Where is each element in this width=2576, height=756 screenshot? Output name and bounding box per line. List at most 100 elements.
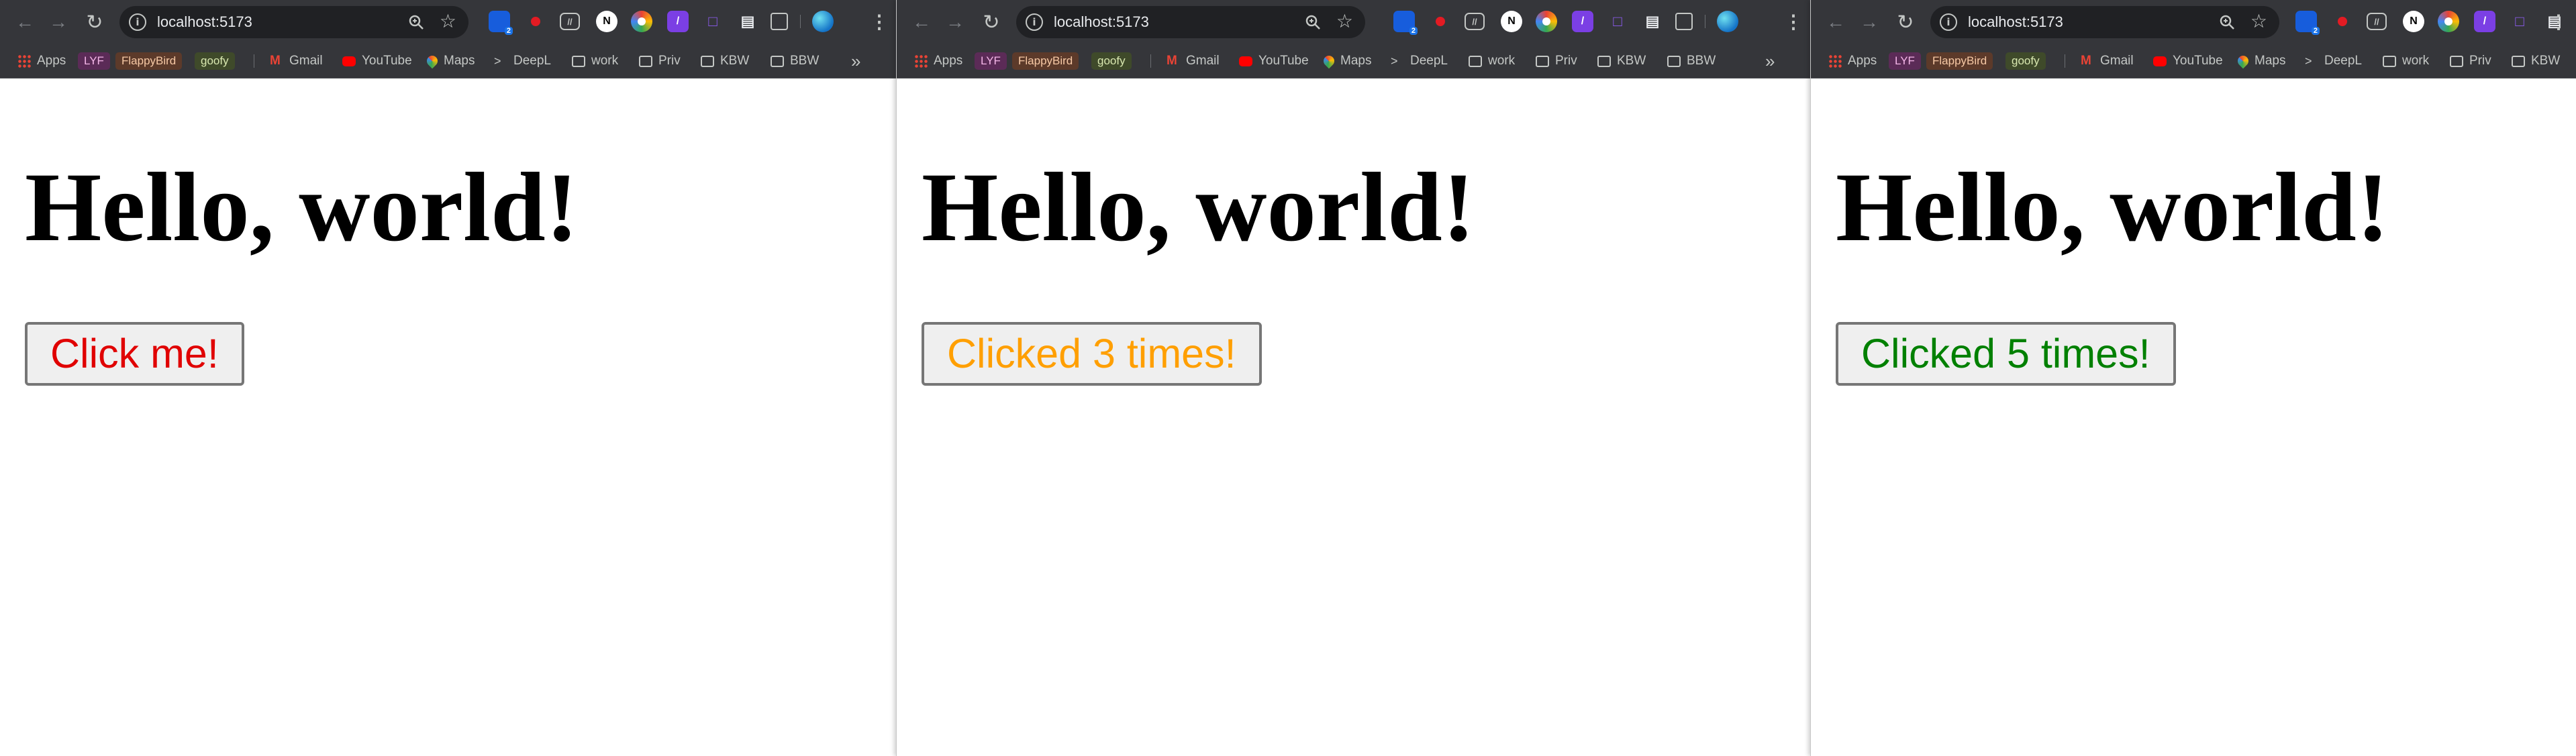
- bookmark-goofy[interactable]: goofy: [195, 50, 235, 72]
- bookmark-star-icon[interactable]: ☆: [2250, 11, 2267, 32]
- reload-icon[interactable]: ↻: [83, 11, 106, 34]
- browser-menu-icon[interactable]: ⋮: [2549, 11, 2568, 34]
- zoom-icon[interactable]: [2219, 14, 2235, 30]
- bookmark-deepl[interactable]: > DeepL: [2305, 50, 2362, 72]
- bitwarden-icon[interactable]: 2: [489, 11, 513, 35]
- vpn-icon[interactable]: /: [2474, 11, 2495, 32]
- bookmark-gmail[interactable]: M Gmail: [2081, 50, 2134, 72]
- counter-button[interactable]: Click me!: [25, 322, 244, 386]
- bookmark-maps[interactable]: Maps: [424, 50, 475, 72]
- bitwarden-icon[interactable]: 2: [1393, 11, 1418, 35]
- bookmark-folder-kbw[interactable]: KBW: [1597, 50, 1646, 72]
- record-icon[interactable]: [525, 11, 546, 32]
- bookmark-folder-kbw[interactable]: KBW: [2512, 50, 2560, 72]
- vpn-icon[interactable]: /: [1572, 11, 1593, 32]
- address-bar[interactable]: i localhost:5173 ☆: [1930, 6, 2279, 38]
- bookmark-apps[interactable]: Apps: [17, 50, 66, 72]
- zoom-icon[interactable]: [1305, 14, 1321, 30]
- page-content: Hello, world! Clicked 5 times!: [1811, 78, 2576, 756]
- bookmark-deepl[interactable]: > DeepL: [494, 50, 551, 72]
- more-bookmarks-chevron-icon[interactable]: »: [851, 50, 860, 72]
- browser-menu-icon[interactable]: ⋮: [870, 11, 889, 34]
- document-icon[interactable]: ▤: [737, 11, 758, 32]
- bookmark-flappybird[interactable]: FlappyBird: [115, 50, 183, 72]
- color-picker-icon[interactable]: [631, 11, 652, 32]
- more-bookmarks-chevron-icon[interactable]: »: [1765, 50, 1775, 72]
- document-icon[interactable]: ▤: [1642, 11, 1663, 32]
- bookmark-star-icon[interactable]: ☆: [440, 11, 456, 32]
- bookmark-folder-bbw[interactable]: BBW: [771, 50, 819, 72]
- counter-button[interactable]: Clicked 5 times!: [1836, 322, 2176, 386]
- folder-icon: [771, 55, 784, 67]
- bookmark-folder-work[interactable]: work: [2383, 50, 2429, 72]
- url-text[interactable]: localhost:5173: [157, 14, 252, 30]
- bookmark-flappybird[interactable]: FlappyBird: [1926, 50, 1993, 72]
- bookmark-lyf[interactable]: LYF: [1889, 50, 1921, 72]
- bookmark-apps[interactable]: Apps: [914, 50, 962, 72]
- site-info-icon[interactable]: i: [1026, 13, 1043, 31]
- reader-icon[interactable]: //: [2367, 13, 2387, 30]
- bookmark-folder-priv[interactable]: Priv: [639, 50, 681, 72]
- counter-button[interactable]: Clicked 3 times!: [922, 322, 1262, 386]
- bookmark-flappybird[interactable]: FlappyBird: [1012, 50, 1079, 72]
- back-icon[interactable]: ←: [13, 11, 36, 34]
- folder-icon: [1536, 55, 1549, 67]
- bookmark-folder-priv[interactable]: Priv: [1536, 50, 1577, 72]
- bookmark-gmail[interactable]: M Gmail: [1167, 50, 1220, 72]
- bookmark-gmail[interactable]: M Gmail: [270, 50, 323, 72]
- bookmark-lyf[interactable]: LYF: [975, 50, 1007, 72]
- bookmark-apps[interactable]: Apps: [1828, 50, 1877, 72]
- address-bar[interactable]: i localhost:5173 ☆: [119, 6, 468, 38]
- vpn-icon[interactable]: /: [667, 11, 689, 32]
- bookmark-maps[interactable]: Maps: [2235, 50, 2285, 72]
- screenshot-icon[interactable]: □: [1607, 11, 1628, 32]
- bookmark-folder-bbw[interactable]: BBW: [1667, 50, 1716, 72]
- notion-icon[interactable]: N: [1501, 11, 1522, 32]
- forward-icon[interactable]: →: [47, 11, 70, 34]
- bookmark-goofy[interactable]: goofy: [1091, 50, 1132, 72]
- record-icon[interactable]: [1430, 11, 1451, 32]
- record-icon[interactable]: [2332, 11, 2353, 32]
- extensions-puzzle-icon[interactable]: [771, 13, 788, 30]
- bookmark-lyf[interactable]: LYF: [78, 50, 110, 72]
- site-info-icon[interactable]: i: [129, 13, 146, 31]
- bookmark-folder-priv[interactable]: Priv: [2450, 50, 2491, 72]
- forward-icon[interactable]: →: [1858, 11, 1881, 34]
- address-bar[interactable]: i localhost:5173 ☆: [1016, 6, 1365, 38]
- forward-icon[interactable]: →: [944, 11, 967, 34]
- screenshot-icon[interactable]: □: [702, 11, 724, 32]
- browser-menu-icon[interactable]: ⋮: [1784, 11, 1803, 34]
- zoom-icon[interactable]: [408, 14, 424, 30]
- bookmark-maps[interactable]: Maps: [1321, 50, 1371, 72]
- extensions-puzzle-icon[interactable]: [1675, 13, 1693, 30]
- bookmark-youtube[interactable]: YouTube: [2153, 50, 2223, 72]
- back-icon[interactable]: ←: [910, 11, 933, 34]
- notion-icon[interactable]: N: [2403, 11, 2424, 32]
- screenshot-icon[interactable]: □: [2509, 11, 2530, 32]
- color-picker-icon[interactable]: [2438, 11, 2459, 32]
- url-text[interactable]: localhost:5173: [1054, 14, 1149, 30]
- profile-avatar[interactable]: [812, 11, 834, 32]
- bookmark-youtube[interactable]: YouTube: [342, 50, 412, 72]
- reader-icon[interactable]: //: [1465, 13, 1485, 30]
- bookmark-deepl[interactable]: > DeepL: [1391, 50, 1448, 72]
- bookmark-folder-work[interactable]: work: [572, 50, 618, 72]
- back-icon[interactable]: ←: [1824, 11, 1847, 34]
- bookmark-folder-work[interactable]: work: [1469, 50, 1515, 72]
- bookmark-label: Gmail: [289, 54, 323, 68]
- url-text[interactable]: localhost:5173: [1968, 14, 2063, 30]
- bookmark-folder-kbw[interactable]: KBW: [701, 50, 749, 72]
- site-info-icon[interactable]: i: [1940, 13, 1957, 31]
- deepl-icon: >: [1391, 54, 1398, 68]
- color-picker-icon[interactable]: [1536, 11, 1557, 32]
- profile-avatar[interactable]: [1717, 11, 1738, 32]
- apps-grid-icon: [1828, 54, 1842, 68]
- reload-icon[interactable]: ↻: [980, 11, 1003, 34]
- reader-icon[interactable]: //: [560, 13, 580, 30]
- bookmark-star-icon[interactable]: ☆: [1336, 11, 1353, 32]
- bookmark-youtube[interactable]: YouTube: [1239, 50, 1309, 72]
- bookmark-goofy[interactable]: goofy: [2005, 50, 2046, 72]
- bitwarden-icon[interactable]: 2: [2295, 11, 2320, 35]
- notion-icon[interactable]: N: [596, 11, 617, 32]
- reload-icon[interactable]: ↻: [1894, 11, 1917, 34]
